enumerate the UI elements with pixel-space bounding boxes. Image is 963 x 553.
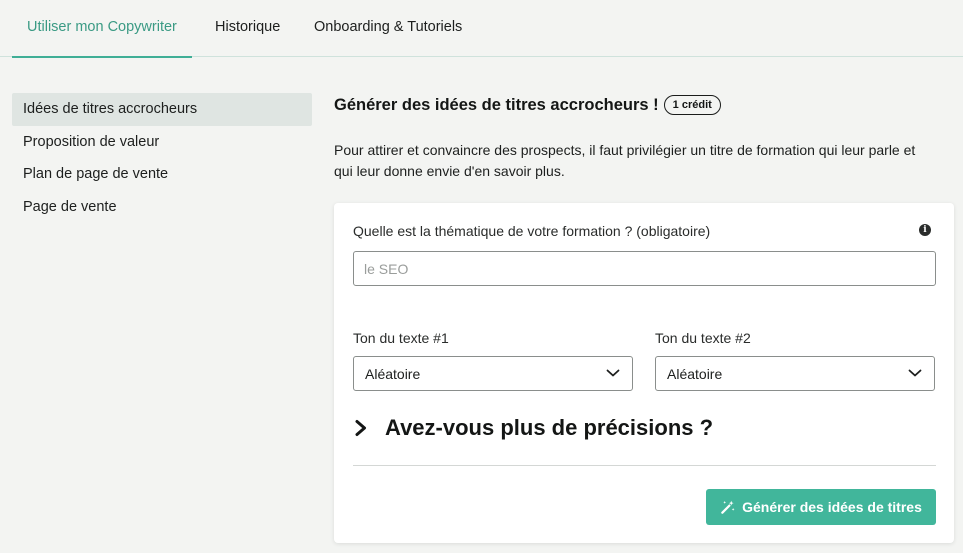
precisions-label: Avez-vous plus de précisions ? xyxy=(385,415,714,440)
tone2-select[interactable]: Aléatoire xyxy=(655,356,935,391)
credit-badge: 1 crédit xyxy=(663,95,721,115)
sidebar-item-plan-de-page-de-vente[interactable]: Plan de page de vente xyxy=(12,158,312,191)
sidebar-item-idees-de-titres[interactable]: Idées de titres accrocheurs xyxy=(12,93,312,126)
page-title: Générer des idées de titres accrocheurs … xyxy=(334,95,659,114)
sidebar: Idées de titres accrocheurs Proposition … xyxy=(12,93,312,223)
tab-utiliser-mon-copywriter[interactable]: Utiliser mon Copywriter xyxy=(12,0,192,58)
tab-onboarding-tutoriels[interactable]: Onboarding & Tutoriels xyxy=(314,0,462,57)
precisions-toggle[interactable]: Avez-vous plus de précisions ? xyxy=(354,413,713,443)
tone1-label: Ton du texte #1 xyxy=(353,330,449,346)
sidebar-item-proposition-de-valeur[interactable]: Proposition de valeur xyxy=(12,126,312,159)
theme-label: Quelle est la thématique de votre format… xyxy=(353,223,711,239)
info-icon[interactable]: i xyxy=(919,224,931,236)
form-card: Quelle est la thématique de votre format… xyxy=(334,203,954,543)
tone1-select[interactable]: Aléatoire xyxy=(353,356,633,391)
top-navigation: Utiliser mon Copywriter Historique Onboa… xyxy=(0,0,963,58)
theme-input[interactable] xyxy=(353,251,936,286)
chevron-right-icon xyxy=(355,420,366,436)
sidebar-item-page-de-vente[interactable]: Page de vente xyxy=(12,191,312,224)
tone1-selected-value: Aléatoire xyxy=(365,366,421,382)
magic-wand-icon xyxy=(721,500,735,514)
tab-historique[interactable]: Historique xyxy=(215,0,280,57)
tone2-label: Ton du texte #2 xyxy=(655,330,751,346)
page-title-row: Générer des idées de titres accrocheurs … xyxy=(334,94,721,116)
chevron-down-icon xyxy=(908,369,922,377)
divider xyxy=(353,465,936,466)
generate-titles-label: Générer des idées de titres xyxy=(742,499,922,515)
page-description: Pour attirer et convaincre des prospects… xyxy=(334,142,916,179)
tone2-selected-value: Aléatoire xyxy=(667,366,723,382)
generate-titles-button[interactable]: Générer des idées de titres xyxy=(706,489,936,525)
chevron-down-icon xyxy=(606,369,620,377)
